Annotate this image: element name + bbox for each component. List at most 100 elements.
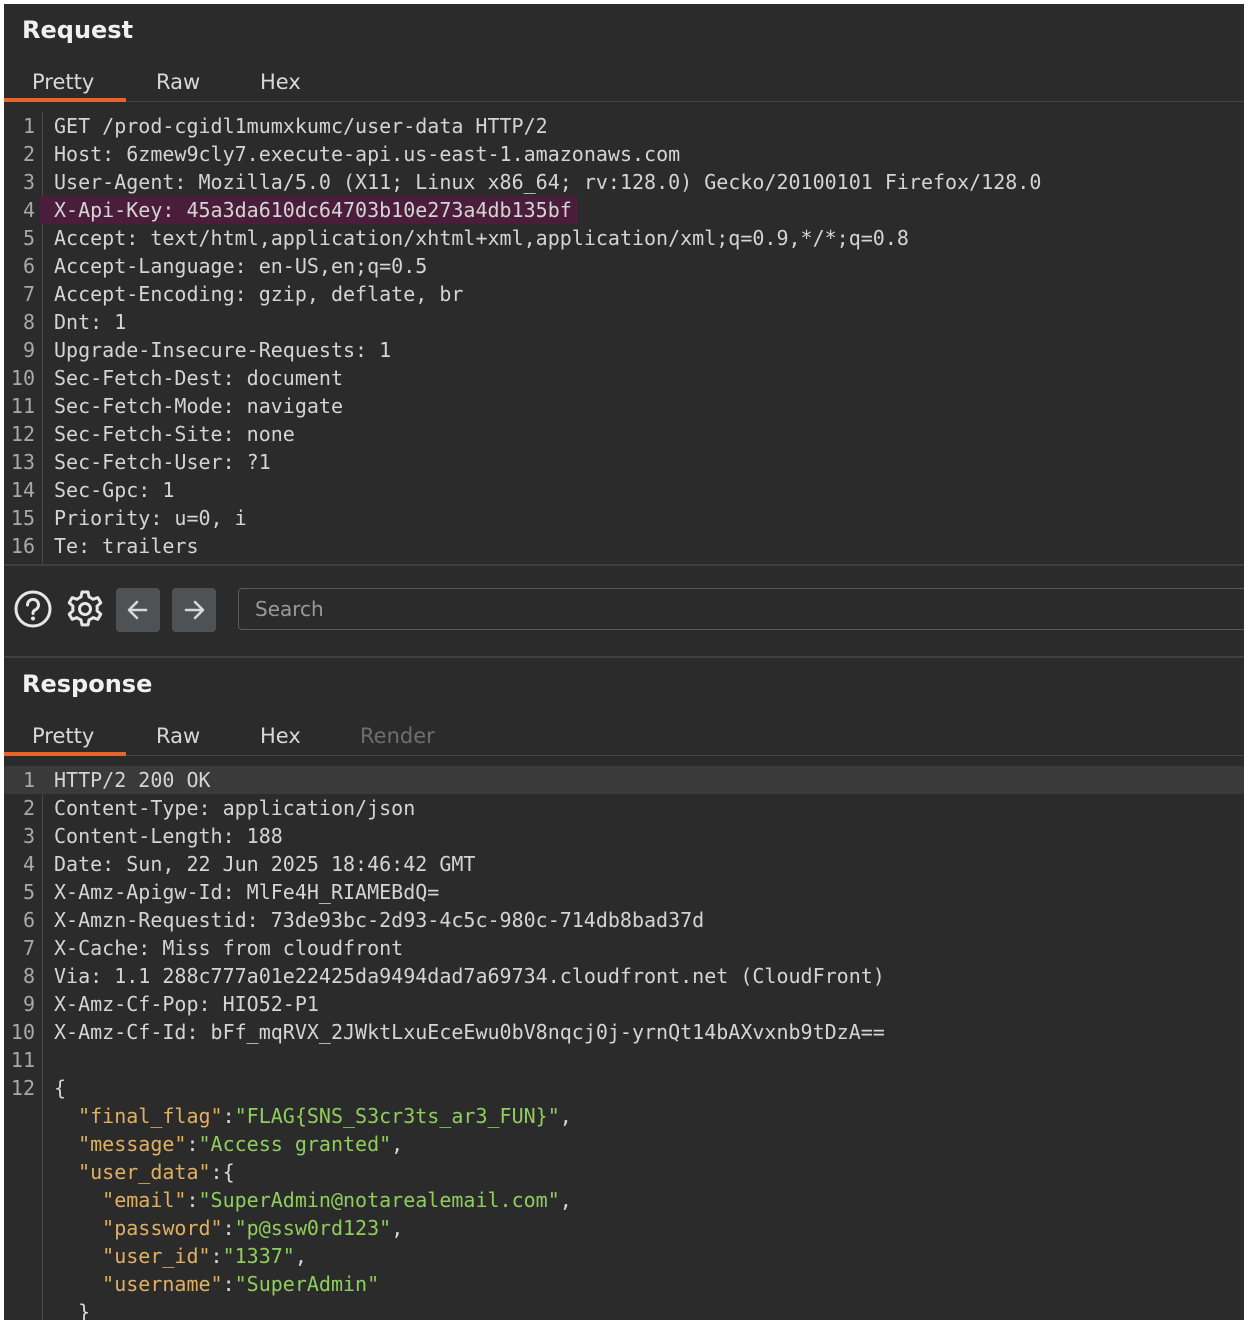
code-line: 9 X-Amz-Cf-Pop: HIO52-P1 bbox=[4, 990, 1244, 1018]
line-text: "password":"p@ssw0rd123", bbox=[54, 1214, 403, 1242]
colon: : bbox=[198, 796, 211, 820]
line-number: 11 bbox=[10, 394, 35, 418]
json-key: "final_flag" bbox=[78, 1104, 223, 1128]
code-line: 14 Sec-Gpc: 1 bbox=[4, 476, 1244, 504]
line-text: Sec-Fetch-Mode: navigate bbox=[54, 392, 343, 420]
line-text: "message":"Access granted", bbox=[54, 1130, 403, 1158]
line-text: Date: Sun, 22 Jun 2025 18:46:42 GMT bbox=[54, 850, 475, 878]
line-text: Dnt: 1 bbox=[54, 308, 126, 336]
response-editor[interactable]: 1 HTTP/2 200 OK 2 Content-Type: application… bbox=[4, 766, 1244, 1320]
header-name: Date bbox=[54, 852, 103, 876]
line-number: 9 bbox=[22, 338, 35, 362]
tab-raw[interactable]: Raw bbox=[156, 68, 200, 100]
header-name: X-Cache bbox=[54, 936, 139, 960]
colon: : bbox=[198, 992, 211, 1016]
response-title: Response bbox=[22, 670, 153, 698]
line-number: 3 bbox=[22, 824, 35, 848]
code-line: 2 Content-Type: application/json bbox=[4, 794, 1244, 822]
header-name: Accept bbox=[54, 226, 127, 250]
request-editor[interactable]: 1 GET /prod-cgidl1mumxkumc/user-data HTTP… bbox=[4, 112, 1244, 560]
code-line: 12 { bbox=[4, 1074, 1244, 1102]
code-line: 12 Sec-Fetch-Site: none bbox=[4, 420, 1244, 448]
line-text: Te: trailers bbox=[54, 532, 199, 560]
colon: : bbox=[102, 142, 115, 166]
line-content: HTTP/2 200 OK bbox=[54, 768, 211, 792]
line-text: User-Agent: Mozilla/5.0 (X11; Linux x86_… bbox=[54, 168, 1041, 196]
line-number: 7 bbox=[22, 282, 35, 306]
active-tab-indicator bbox=[4, 752, 126, 756]
line-text: Accept-Language: en-US,en;q=0.5 bbox=[54, 252, 427, 280]
response-tabs: Pretty Raw Hex Render bbox=[4, 722, 1244, 756]
search-input[interactable] bbox=[238, 588, 1244, 630]
header-value: 73de93bc-2d93-4c5c-980c-714db8bad37d bbox=[258, 908, 705, 932]
header-name: Content-Type bbox=[54, 796, 199, 820]
line-number: 13 bbox=[10, 450, 35, 474]
gear-icon[interactable] bbox=[62, 586, 108, 632]
header-name: Via bbox=[54, 964, 91, 988]
header-name: X-Amzn-Requestid bbox=[54, 908, 247, 932]
code-line: 5 X-Amz-Apigw-Id: MlFe4H_RIAMEBdQ= bbox=[4, 878, 1244, 906]
line-text: X-Amz-Cf-Pop: HIO52-P1 bbox=[54, 990, 319, 1018]
colon: : bbox=[102, 852, 115, 876]
header-name: Sec-Gpc bbox=[54, 478, 139, 502]
json-key: "password" bbox=[102, 1216, 223, 1240]
line-number: 11 bbox=[10, 1048, 35, 1072]
line-number: 3 bbox=[22, 170, 35, 194]
code-line: 7 Accept-Encoding: gzip, deflate, br bbox=[4, 280, 1244, 308]
colon: : bbox=[234, 282, 247, 306]
colon: : bbox=[222, 880, 235, 904]
line-text: X-Amz-Cf-Id: bFf_mqRVX_2JWktLxuEceEwu0bV… bbox=[54, 1018, 885, 1046]
json-key: "user_data" bbox=[78, 1160, 211, 1184]
header-name: Priority bbox=[54, 506, 151, 530]
forward-button[interactable] bbox=[172, 588, 216, 632]
header-value: 1 bbox=[102, 310, 127, 334]
json-value: "p@ssw0rd123" bbox=[234, 1216, 392, 1240]
line-number: 15 bbox=[10, 506, 35, 530]
code-line: 2 Host: 6zmew9cly7.execute-api.us-east-1.… bbox=[4, 140, 1244, 168]
line-text: "user_data":{ bbox=[54, 1158, 235, 1186]
colon: : bbox=[210, 1160, 223, 1184]
line-text: GET /prod-cgidl1mumxkumc/user-data HTTP/… bbox=[54, 112, 548, 140]
header-name: X-Amz-Apigw-Id bbox=[54, 880, 223, 904]
colon: : bbox=[186, 1132, 199, 1156]
tab-hex[interactable]: Hex bbox=[260, 68, 301, 100]
punctuation: , bbox=[391, 1216, 404, 1240]
json-line: "message":"Access granted", bbox=[4, 1130, 1244, 1158]
back-button[interactable] bbox=[116, 588, 160, 632]
tab-pretty[interactable]: Pretty bbox=[32, 68, 94, 100]
json-value: "FLAG{SNS_S3cr3ts_ar3_FUN}" bbox=[234, 1104, 560, 1128]
punctuation: , bbox=[294, 1244, 307, 1268]
json-key: "username" bbox=[102, 1272, 223, 1296]
json-value: "Access granted" bbox=[198, 1132, 392, 1156]
header-name: Sec-Fetch-User bbox=[54, 450, 223, 474]
code-line: 11 bbox=[4, 1046, 1244, 1074]
tab-raw[interactable]: Raw bbox=[156, 722, 200, 754]
colon: : bbox=[246, 908, 259, 932]
tab-pretty[interactable]: Pretty bbox=[32, 722, 94, 754]
line-text: Upgrade-Insecure-Requests: 1 bbox=[54, 336, 391, 364]
punctuation: , bbox=[391, 1132, 404, 1156]
help-circle-icon[interactable] bbox=[10, 586, 56, 632]
line-text: X-Amz-Apigw-Id: MlFe4H_RIAMEBdQ= bbox=[54, 878, 439, 906]
json-line: "user_data":{ bbox=[4, 1158, 1244, 1186]
code-line: 16 Te: trailers bbox=[4, 532, 1244, 560]
colon: : bbox=[174, 170, 187, 194]
code-line: 6 Accept-Language: en-US,en;q=0.5 bbox=[4, 252, 1244, 280]
line-number: 16 bbox=[10, 534, 35, 558]
line-number: 12 bbox=[10, 1076, 35, 1100]
header-name: Host bbox=[54, 142, 103, 166]
active-tab-indicator bbox=[4, 98, 126, 102]
colon: : bbox=[126, 226, 139, 250]
header-name: Sec-Fetch-Dest bbox=[54, 366, 223, 390]
line-text: } bbox=[54, 1298, 90, 1320]
line-number: 7 bbox=[22, 936, 35, 960]
tab-hex[interactable]: Hex bbox=[260, 722, 301, 754]
header-value: Miss from cloudfront bbox=[150, 936, 404, 960]
tab-render: Render bbox=[360, 724, 435, 748]
colon: : bbox=[222, 824, 235, 848]
header-value: 1.1 288c777a01e22425da9494dad7a69734.clo… bbox=[102, 964, 885, 988]
